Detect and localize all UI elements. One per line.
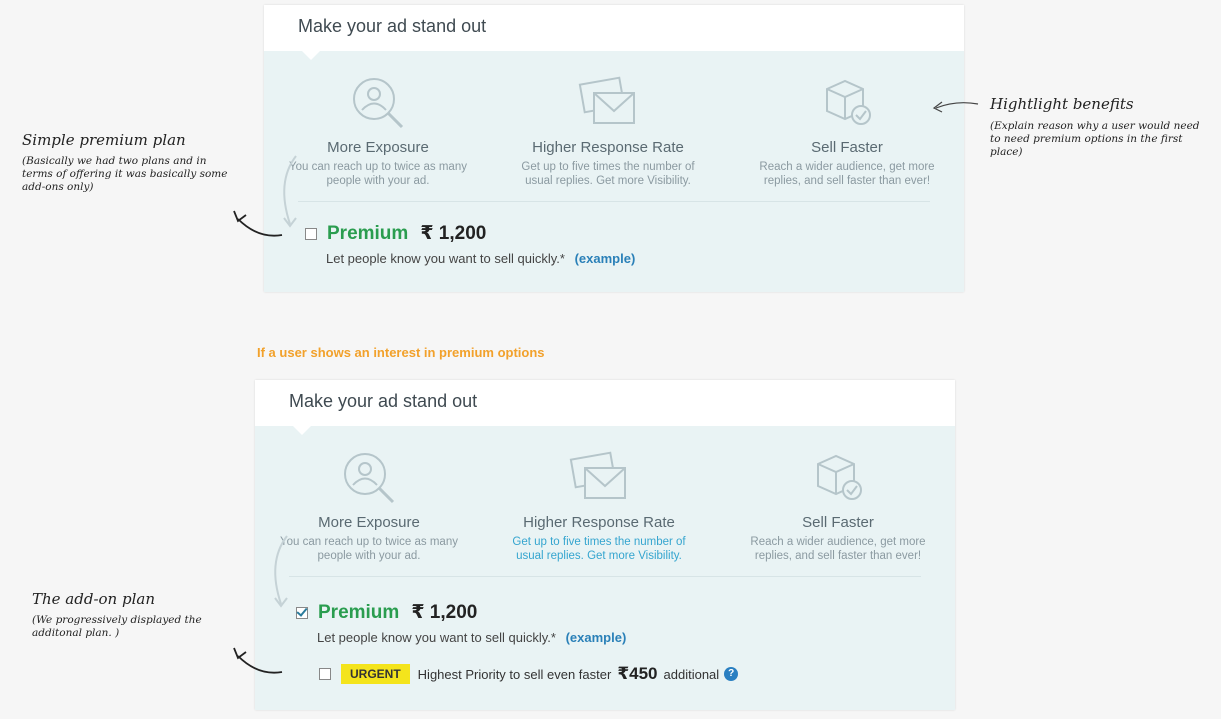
header-notch [293,426,311,435]
annotation-addon-body: (We progressively displayed the additona… [32,614,202,639]
benefit-desc: Reach a wider audience, get more replies… [759,161,935,187]
section-label: If a user shows an interest in premium o… [257,345,545,360]
example-link[interactable]: (example) [566,630,627,645]
plan-tagline-text: Let people know you want to sell quickly… [317,630,556,645]
benefit-more-exposure: More Exposure You can reach up to twice … [283,75,473,188]
benefit-higher-response: Higher Response Rate Get up to five time… [513,75,703,188]
curved-arrow-top-icon [283,155,297,228]
plan-name: Premium [318,601,400,623]
bottom-premium-card: Make your ad stand out More Exposure You… [255,380,955,710]
plan-tagline-text: Let people know you want to sell quickly… [326,251,565,266]
card-title: Make your ad stand out [289,391,478,411]
benefit-desc: Get up to five times the number of usual… [512,536,686,562]
plan-tagline: Let people know you want to sell quickly… [317,630,626,645]
urgent-addon-row[interactable]: URGENT Highest Priority to sell even fas… [319,664,739,684]
envelopes-icon [578,76,635,124]
top-premium-card: Make your ad stand out More Exposure You… [264,5,964,292]
benefit-title: More Exposure [327,139,429,156]
benefit-higher-response: Higher Response Rate Get up to five time… [504,450,694,563]
annotation-simple-plan-body: (Basically we had two plans and in terms… [22,155,228,193]
search-user-icon [353,78,404,129]
box-check-icon [817,454,862,500]
plan-name: Premium [327,222,409,244]
envelopes-icon [569,451,626,499]
card-header: Make your ad stand out [264,5,964,51]
benefit-title: Sell Faster [802,514,874,531]
header-notch [302,51,320,60]
annotation-addon-title: The add-on plan [32,590,155,608]
search-user-icon [344,453,395,504]
premium-checkbox[interactable] [305,227,317,240]
benefit-title: Sell Faster [811,139,883,156]
premium-checkbox[interactable] [296,606,308,619]
urgent-checkbox[interactable] [319,668,331,680]
addon-suffix: additional [663,666,720,682]
benefit-title: More Exposure [318,514,420,531]
premium-plan-row[interactable]: Premium ₹ 1,200 [296,601,477,624]
help-icon[interactable]: ? [724,667,739,681]
card-title: Make your ad stand out [298,16,487,36]
divider [289,576,921,577]
benefit-title: Higher Response Rate [523,514,675,531]
plan-tagline: Let people know you want to sell quickly… [326,251,635,266]
benefit-sell-faster: Sell Faster Reach a wider audience, get … [752,75,942,188]
box-check-icon [826,79,871,125]
benefit-desc: Reach a wider audience, get more replies… [750,536,926,562]
premium-plan-row[interactable]: Premium ₹ 1,200 [305,222,486,245]
annotation-benefits-body: (Explain reason why a user would need to… [990,120,1200,158]
curved-arrow-bottom-icon [274,535,288,608]
example-link[interactable]: (example) [575,251,636,266]
arrow-to-benefits-icon [932,101,979,113]
annotation-simple-plan-title: Simple premium plan [22,131,186,149]
benefit-more-exposure: More Exposure You can reach up to twice … [274,450,464,563]
benefit-desc: You can reach up to twice as many people… [280,536,458,562]
benefit-desc: Get up to five times the number of usual… [521,161,695,187]
arrow-to-addon-icon [233,647,283,674]
plan-price: ₹ 1,200 [411,602,478,623]
urgent-badge: URGENT [341,664,410,684]
addon-text: Highest Priority to sell even faster [417,666,612,682]
benefit-title: Higher Response Rate [532,139,684,156]
card-header: Make your ad stand out [255,380,955,426]
addon-price: ₹450 [617,664,658,683]
plan-price: ₹ 1,200 [420,223,487,244]
divider [298,201,930,202]
benefit-desc: You can reach up to twice as many people… [289,161,467,187]
annotation-benefits-title: Hightlight benefits [990,95,1134,113]
benefit-sell-faster: Sell Faster Reach a wider audience, get … [743,450,933,563]
